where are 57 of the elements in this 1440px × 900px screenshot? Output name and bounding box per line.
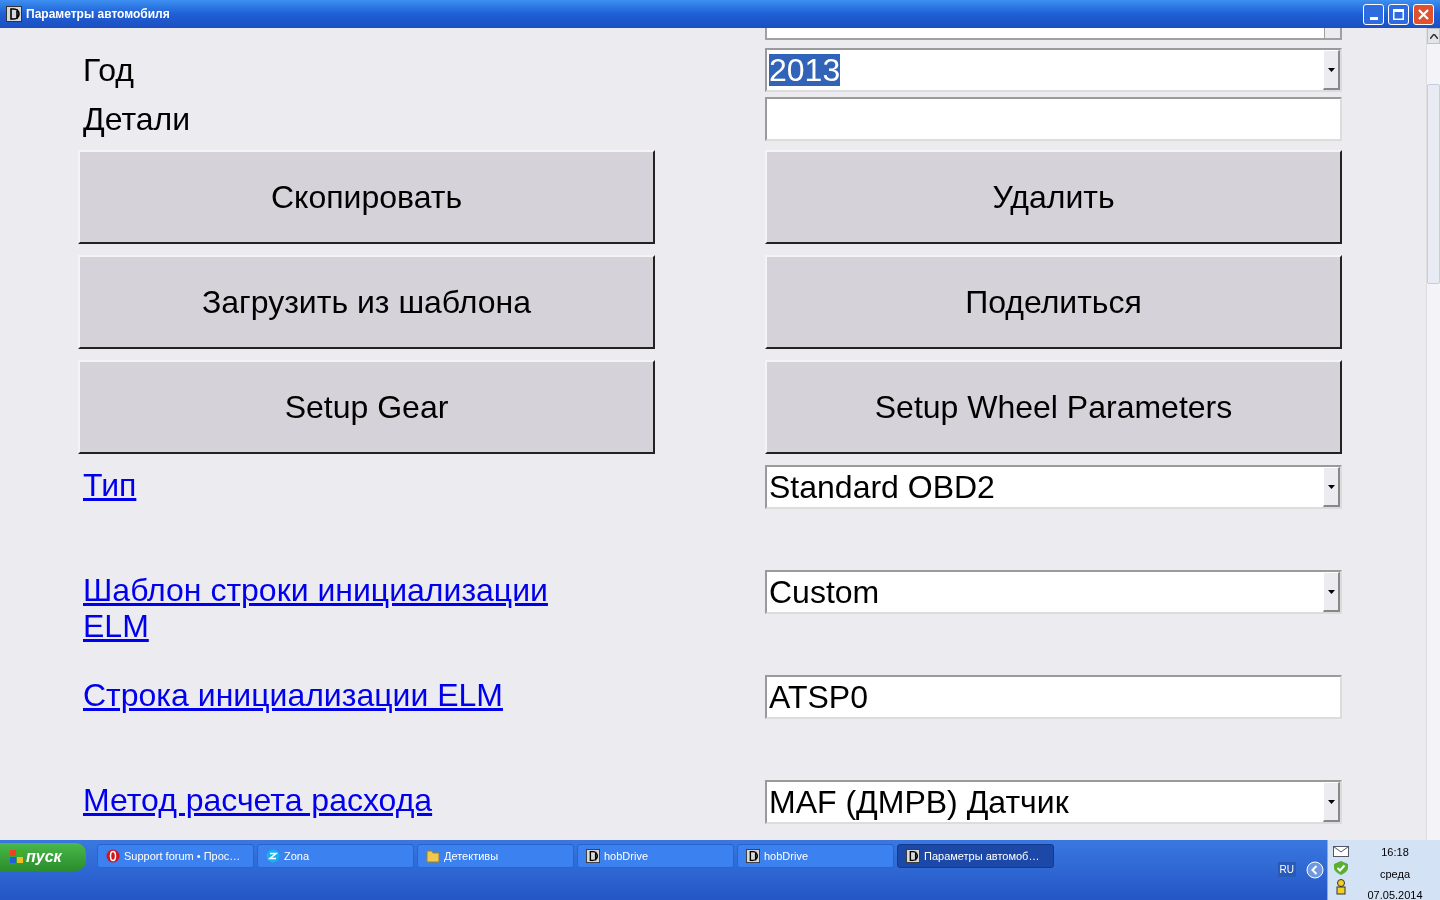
dropdown-arrow-icon — [1327, 589, 1335, 594]
app-icon — [6, 6, 22, 22]
language-indicator[interactable]: RU — [1277, 862, 1296, 877]
dropdown-button[interactable] — [1323, 782, 1340, 822]
combo-box[interactable] — [765, 28, 1342, 40]
scrollbar[interactable] — [1426, 28, 1440, 840]
text-field[interactable] — [765, 97, 1342, 141]
taskbar-button[interactable]: Support forum • Прос… — [97, 844, 254, 868]
minimize-icon — [1369, 16, 1378, 20]
taskbar-button[interactable]: Параметры автомоб… — [897, 844, 1054, 868]
action-button[interactable]: Скопировать — [78, 150, 655, 244]
combo-box[interactable]: MAF (ДМРВ) Датчик — [765, 780, 1342, 824]
scroll-up-button[interactable] — [1427, 28, 1440, 44]
combo-box[interactable]: Custom — [765, 570, 1342, 614]
app-icon — [746, 849, 760, 863]
action-button[interactable]: Загрузить из шаблона — [78, 255, 655, 349]
maximize-button[interactable] — [1388, 3, 1409, 25]
text-field[interactable]: ATSP0 — [765, 675, 1342, 719]
app-icon — [906, 849, 920, 863]
dropdown-button[interactable] — [1323, 467, 1340, 507]
app-icon — [586, 849, 600, 863]
combo-box[interactable]: Standard OBD2 — [765, 465, 1342, 509]
clock-time[interactable]: 16:18 — [1381, 844, 1409, 861]
settings-link[interactable]: Строка инициализации ELM — [83, 677, 503, 713]
window-title: Параметры автомобиля — [26, 6, 170, 23]
settings-link[interactable]: Тип — [83, 467, 137, 503]
close-button[interactable] — [1413, 3, 1434, 25]
dropdown-arrow-icon — [1327, 799, 1335, 804]
windows-flag-icon — [10, 850, 24, 864]
clock-day: среда — [1380, 865, 1410, 882]
folder-icon — [426, 849, 440, 863]
dropdown-button[interactable] — [1323, 572, 1340, 612]
action-button[interactable]: Setup Gear — [78, 360, 655, 454]
circle-icon — [266, 849, 280, 863]
settings-link[interactable]: Шаблон строки инициализации ELM — [83, 572, 575, 644]
dropdown-button[interactable] — [1323, 50, 1340, 90]
taskbar-button[interactable]: Детективы — [417, 844, 574, 868]
action-button[interactable]: Удалить — [765, 150, 1342, 244]
field-label: Год — [83, 54, 134, 86]
taskbar-button[interactable]: hobDrive — [737, 844, 894, 868]
minimize-button[interactable] — [1363, 3, 1384, 25]
dropdown-arrow-icon — [1327, 484, 1335, 489]
dropdown-arrow-icon — [1327, 67, 1335, 72]
combo-box[interactable]: 2013 — [765, 48, 1342, 92]
figure-icon[interactable] — [1334, 879, 1348, 895]
ring-icon — [106, 849, 120, 863]
envelope-icon[interactable] — [1333, 846, 1349, 857]
settings-link[interactable]: Метод расчета расхода — [83, 782, 433, 818]
action-button[interactable]: Поделиться — [765, 255, 1342, 349]
taskbar-button[interactable]: Zona — [257, 844, 414, 868]
taskbar-button[interactable]: hobDrive — [577, 844, 734, 868]
clock-date: 07.05.2014 — [1367, 888, 1423, 900]
scroll-thumb[interactable] — [1427, 84, 1440, 284]
maximize-icon — [1393, 8, 1404, 20]
field-label: Детали — [83, 103, 191, 135]
close-icon — [1418, 8, 1429, 20]
action-button[interactable]: Setup Wheel Parameters — [765, 360, 1342, 454]
